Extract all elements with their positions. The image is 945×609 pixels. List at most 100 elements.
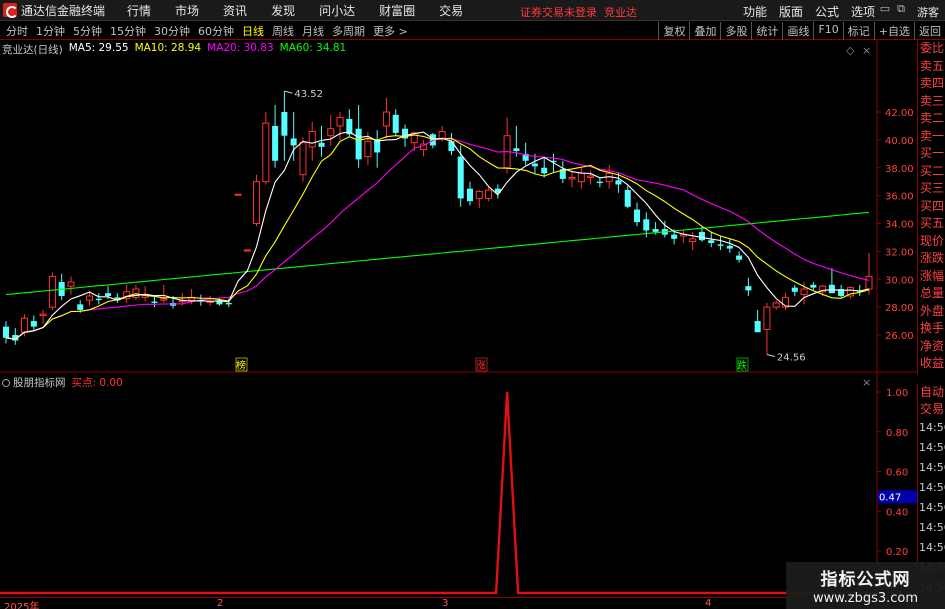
candle-body <box>865 275 873 290</box>
chart-tools: 复权 叠加 多股 统计 画线 F10 标记 +自选 返回 <box>658 22 945 40</box>
login-link[interactable]: 竞业达 <box>604 6 637 19</box>
period-tab-3[interactable]: 15分钟 <box>106 23 150 39</box>
login-status-text: 证券交易未登录 <box>520 6 597 19</box>
candle-body <box>457 156 464 199</box>
indicator-close-icon[interactable]: × <box>862 376 871 389</box>
event-marker-label[interactable]: 跌 <box>737 359 747 372</box>
candle-body <box>577 172 585 183</box>
restore-icon[interactable]: ⧉ <box>893 2 909 16</box>
window-controls: ▭ ⧉ <box>877 2 909 16</box>
candle-body <box>374 139 381 153</box>
right-menu-item-3[interactable]: 选项 <box>851 3 875 20</box>
candle-body <box>299 142 307 176</box>
candle-body <box>466 188 473 202</box>
watermark: 指标公式网 www.zbgs3.com <box>786 562 945 609</box>
trade-time-6: 14:56 <box>919 541 945 554</box>
trade-time-3: 14:56 <box>919 481 945 494</box>
period-tab-9[interactable]: 多周期 <box>328 23 369 39</box>
indicator-toggle-icon[interactable] <box>2 378 10 387</box>
tool-button-3[interactable]: 统计 <box>751 22 782 40</box>
guest-user[interactable]: 游客 <box>917 4 939 20</box>
y-tick-label: 40.00 <box>885 136 914 147</box>
time-axis: 2025年 2 3 4 <box>0 597 917 609</box>
candle-body <box>355 128 362 160</box>
y-tick-label: 28.00 <box>885 303 914 314</box>
candle-body <box>308 131 316 148</box>
menu-item-4[interactable]: 问小达 <box>319 2 355 19</box>
candle-body <box>531 163 538 167</box>
tool-button-7[interactable]: +自选 <box>873 22 914 40</box>
quote-label-10: 买五 <box>920 216 945 230</box>
menu-item-1[interactable]: 市场 <box>175 2 199 19</box>
candle-body <box>95 298 102 301</box>
period-tab-4[interactable]: 30分钟 <box>150 23 194 39</box>
ind-tick-label: 0.60 <box>886 468 908 479</box>
time-axis-label-3: 4 <box>705 598 712 609</box>
minimize-icon[interactable]: ▭ <box>877 2 893 16</box>
right-menu-item-0[interactable]: 功能 <box>743 3 767 20</box>
login-status[interactable]: 证券交易未登录 竞业达 <box>520 4 637 20</box>
time-axis-label-2: 3 <box>442 598 449 609</box>
tool-button-5[interactable]: F10 <box>813 22 842 40</box>
right-menu-item-1[interactable]: 版面 <box>779 3 803 20</box>
period-tab-1[interactable]: 1分钟 <box>32 23 69 39</box>
quote-label-3: 卖三 <box>920 93 945 108</box>
tool-button-1[interactable]: 叠加 <box>689 22 720 40</box>
ma5-line <box>5 131 870 340</box>
low-label: 24.56 <box>777 353 806 364</box>
period-tab-6[interactable]: 日线 <box>238 23 268 39</box>
tool-button-0[interactable]: 复权 <box>658 22 689 40</box>
y-tick-label: 42.00 <box>885 108 914 119</box>
menu-item-6[interactable]: 交易 <box>439 2 463 19</box>
candle-body <box>30 321 37 327</box>
quote-label-0: 委比 <box>920 41 945 55</box>
period-tab-8[interactable]: 月线 <box>298 23 328 39</box>
period-tab-0[interactable]: 分时 <box>2 23 32 39</box>
kline-chart[interactable]: 42.00 40.00 38.00 36.00 34.00 32.00 30.00 28.00… <box>0 40 917 597</box>
period-tab-7[interactable]: 周线 <box>268 23 298 39</box>
indicator-panel-label-1[interactable]: 交易 <box>918 401 945 418</box>
candle-body <box>763 306 771 330</box>
indicator-name[interactable]: 股朋指标网 <box>13 375 66 390</box>
tool-button-6[interactable]: 标记 <box>842 22 874 40</box>
ma20-line <box>5 137 870 340</box>
period-tab-2[interactable]: 5分钟 <box>69 23 106 39</box>
ind-tick-label: 1.00 <box>886 388 908 399</box>
candle-body <box>643 219 650 231</box>
menu-item-0[interactable]: 行情 <box>127 2 151 19</box>
y-tick-label: 30.00 <box>885 275 914 286</box>
candle-body <box>160 298 168 301</box>
period-tab-10[interactable]: 更多 > <box>369 23 412 39</box>
trade-time-0: 14:56 <box>919 421 945 434</box>
low-pointer <box>766 354 776 357</box>
quote-label-15: 外盘 <box>920 303 945 318</box>
candle-body <box>448 141 455 152</box>
candle-body <box>717 244 724 246</box>
quote-label-7: 买二 <box>920 163 945 178</box>
event-marker-label[interactable]: 榜 <box>236 359 246 372</box>
tool-button-4[interactable]: 画线 <box>782 22 813 40</box>
indicator-panel-label-0[interactable]: 自动 <box>918 384 945 401</box>
chart-settings-icon[interactable]: ◇ <box>846 44 855 57</box>
watermark-title: 指标公式网 <box>820 570 911 590</box>
candle-body <box>633 209 641 223</box>
candle-body <box>327 128 335 137</box>
right-menu-item-2[interactable]: 公式 <box>815 3 839 20</box>
trade-time-4: 14:56 <box>919 501 945 514</box>
tool-button-2[interactable]: 多股 <box>720 22 751 40</box>
tool-button-8[interactable]: 返回 <box>914 22 945 40</box>
candle-body <box>2 326 10 338</box>
period-tab-5[interactable]: 60分钟 <box>194 23 238 39</box>
period-tabs: 分时 1分钟 5分钟 15分钟 30分钟 60分钟 日线 周线 月线 多周期 更多 > <box>2 23 412 39</box>
event-marker-label[interactable]: 涨 <box>476 360 486 372</box>
candle-body <box>485 189 493 199</box>
menu-item-5[interactable]: 财富圈 <box>379 2 415 19</box>
chart-close-icon[interactable]: × <box>862 44 871 57</box>
quote-label-1: 卖五 <box>920 58 945 73</box>
menu-item-2[interactable]: 资讯 <box>223 2 247 19</box>
menu-item-3[interactable]: 发现 <box>271 2 295 19</box>
candle-body <box>754 321 761 333</box>
y-tick-label: 38.00 <box>885 164 914 175</box>
y-tick-label: 32.00 <box>885 247 914 258</box>
candle-body <box>318 142 325 147</box>
